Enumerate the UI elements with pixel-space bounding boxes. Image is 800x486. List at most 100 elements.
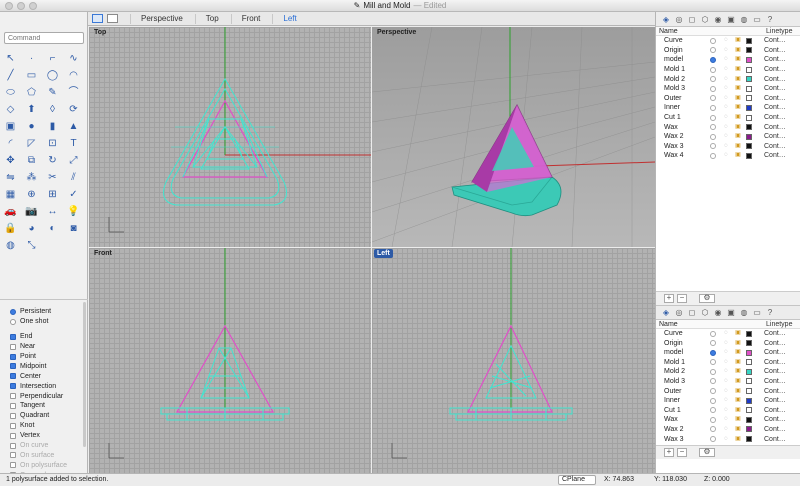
group-icon[interactable]: ⊞ xyxy=(45,188,60,202)
current-layer-radio[interactable] xyxy=(706,124,720,131)
viewport-top[interactable]: Top xyxy=(89,27,371,247)
layer-color-swatch[interactable] xyxy=(744,368,754,375)
layer-color-swatch[interactable] xyxy=(744,397,754,404)
current-layer-radio[interactable] xyxy=(706,66,720,73)
sphere-icon[interactable]: ● xyxy=(24,120,39,134)
lightbulb-icon[interactable]: ◌ xyxy=(720,339,732,348)
monitor-icon[interactable]: ▭ xyxy=(752,15,762,24)
tab-left[interactable]: Left xyxy=(272,13,297,24)
lock-icon[interactable]: ▣ xyxy=(732,377,744,386)
checkbox[interactable] xyxy=(10,422,16,429)
layer-color-swatch[interactable] xyxy=(744,104,754,111)
viewport-label-top[interactable]: Top xyxy=(91,28,109,37)
lock-icon[interactable]: ▣ xyxy=(732,358,744,367)
object-icon[interactable]: ◻ xyxy=(687,308,697,317)
layer-row[interactable]: Wax ◌ ▣ Cont… xyxy=(656,122,800,132)
render-icon[interactable]: ◐ xyxy=(45,222,60,236)
viewport-front[interactable]: Front xyxy=(89,248,371,473)
render-icon[interactable]: ⬡ xyxy=(700,15,710,24)
radio-selected[interactable] xyxy=(10,308,16,315)
rotate-icon[interactable]: ↻ xyxy=(45,154,60,168)
add-layer-button[interactable]: + xyxy=(664,293,674,303)
layer-row[interactable]: Outer ◌ ▣ Cont… xyxy=(656,386,800,396)
lightbulb-icon[interactable]: ◌ xyxy=(720,84,732,93)
current-layer-radio[interactable] xyxy=(706,37,720,44)
current-layer-radio[interactable] xyxy=(706,152,720,159)
layer-color-swatch[interactable] xyxy=(744,359,754,366)
single-viewport-icon[interactable] xyxy=(107,14,118,23)
lightbulb-icon[interactable]: ◌ xyxy=(720,55,732,64)
layer-color-swatch[interactable] xyxy=(744,66,754,73)
camera-icon[interactable]: ◉ xyxy=(713,308,723,317)
lock-icon[interactable]: ▣ xyxy=(732,406,744,415)
lock-icon[interactable]: ▣ xyxy=(732,444,744,445)
zoom-window-button[interactable] xyxy=(29,2,37,10)
gear-icon[interactable]: ⚙ xyxy=(699,447,715,457)
checkbox[interactable] xyxy=(10,373,16,380)
osnap-perpendicular[interactable]: Perpendicular xyxy=(10,391,82,401)
transform-icon[interactable]: ⤡ xyxy=(24,239,39,253)
offset-icon[interactable]: ⊡ xyxy=(45,137,60,151)
layer-linetype[interactable]: Cont… xyxy=(754,387,786,396)
current-layer-radio[interactable] xyxy=(706,436,720,443)
layer-linetype[interactable]: Cont… xyxy=(754,84,786,93)
checkbox[interactable] xyxy=(10,353,16,360)
freeform-icon[interactable]: ✎ xyxy=(45,86,60,100)
command-input[interactable] xyxy=(4,32,84,44)
current-layer-radio[interactable] xyxy=(706,56,720,63)
lightbulb-icon[interactable]: ◌ xyxy=(720,142,732,151)
properties-icon[interactable]: ◎ xyxy=(674,15,684,24)
layer-linetype[interactable]: Cont… xyxy=(754,142,786,151)
viewport-label-front[interactable]: Front xyxy=(91,249,115,258)
object-icon[interactable]: ◻ xyxy=(687,15,697,24)
layer-color-swatch[interactable] xyxy=(744,378,754,385)
layer-linetype[interactable]: Cont… xyxy=(754,151,786,160)
lock-icon[interactable]: ▣ xyxy=(732,65,744,74)
lock-icon[interactable]: ▣ xyxy=(732,46,744,55)
tab-top[interactable]: Top xyxy=(194,13,219,24)
lock-icon[interactable]: ▣ xyxy=(732,132,744,141)
layer-color-swatch[interactable] xyxy=(744,330,754,337)
layer-color-swatch[interactable] xyxy=(744,407,754,414)
osnap-mode-persistent[interactable]: Persistent xyxy=(10,307,82,317)
current-layer-radio[interactable] xyxy=(706,85,720,92)
close-window-button[interactable] xyxy=(5,2,13,10)
lightbulb-icon[interactable]: ◌ xyxy=(720,132,732,141)
current-layer-radio[interactable] xyxy=(706,426,720,433)
lock-icon[interactable]: ▣ xyxy=(732,75,744,84)
lock-icon[interactable]: ▣ xyxy=(732,387,744,396)
line-icon[interactable]: ╱ xyxy=(3,69,18,83)
lock-icon[interactable]: ▣ xyxy=(732,94,744,103)
checkbox[interactable] xyxy=(10,383,16,390)
osnap-near[interactable]: Near xyxy=(10,342,82,352)
trim-icon[interactable]: ✂ xyxy=(45,171,60,185)
layer-linetype[interactable]: Cont… xyxy=(754,55,786,64)
material-icon[interactable]: ◍ xyxy=(739,15,749,24)
lightbulb-icon[interactable]: ◌ xyxy=(720,444,732,445)
layer-color-swatch[interactable] xyxy=(744,114,754,121)
layer-row[interactable]: model ◌ ▣ Cont… xyxy=(656,55,800,65)
osnap-scrollbar[interactable] xyxy=(83,302,86,447)
car-icon[interactable]: 🚗 xyxy=(3,205,18,219)
layer-color-swatch[interactable] xyxy=(744,95,754,102)
layer-linetype[interactable]: Cont… xyxy=(754,396,786,405)
layer-linetype[interactable]: Cont… xyxy=(754,444,786,445)
cylinder-icon[interactable]: ▮ xyxy=(45,120,60,134)
render-icon[interactable]: ⬡ xyxy=(700,308,710,317)
layer-linetype[interactable]: Cont… xyxy=(754,329,786,338)
layer-row[interactable]: Outer ◌ ▣ Cont… xyxy=(656,94,800,104)
rectangle-icon[interactable]: ▭ xyxy=(24,69,39,83)
help-icon[interactable]: ? xyxy=(765,308,775,317)
lightbulb-icon[interactable]: ◌ xyxy=(720,113,732,122)
lightbulb-icon[interactable]: ◌ xyxy=(720,123,732,132)
current-layer-radio[interactable] xyxy=(706,104,720,111)
layer-row[interactable]: Mold 3 ◌ ▣ Cont… xyxy=(656,84,800,94)
viewport-label-left[interactable]: Left xyxy=(374,249,393,258)
mirror-icon[interactable]: ⇋ xyxy=(3,171,18,185)
copy-icon[interactable]: ⧉ xyxy=(24,154,39,168)
lock-icon[interactable]: ▣ xyxy=(732,435,744,444)
layer-row[interactable]: Wax 3 ◌ ▣ Cont… xyxy=(656,142,800,152)
scale-icon[interactable]: ⤢ xyxy=(66,154,81,168)
layer-linetype[interactable]: Cont… xyxy=(754,132,786,141)
arc-icon[interactable]: ◠ xyxy=(66,69,81,83)
